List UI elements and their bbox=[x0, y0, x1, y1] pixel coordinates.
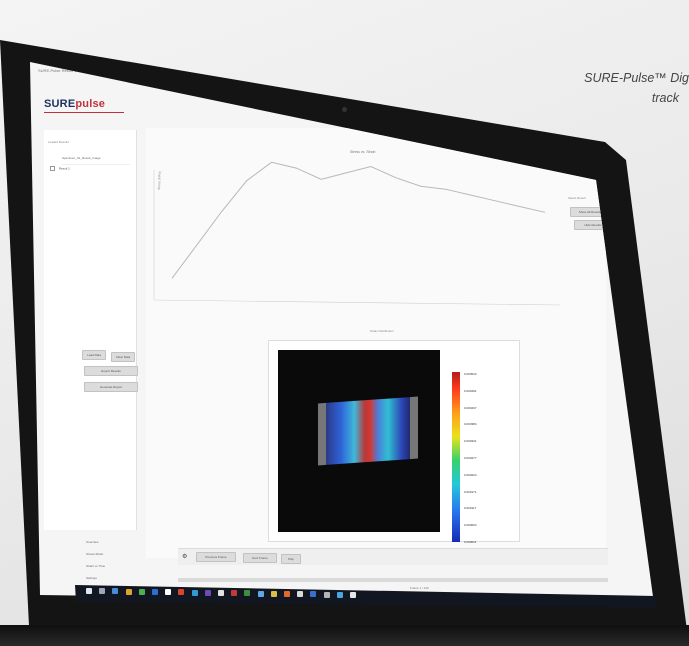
caption-line-2: track bbox=[651, 91, 679, 105]
taskbar-app-icon[interactable] bbox=[323, 591, 330, 598]
colorbar-tick-label: 0.000491 bbox=[464, 388, 477, 393]
colorbar-tick-label: 0.000224 bbox=[464, 472, 477, 477]
taskbar-app-icon[interactable] bbox=[257, 590, 264, 597]
taskbar-app-icon[interactable] bbox=[218, 590, 224, 596]
colorbar-tick-label: 0.000437 bbox=[464, 405, 477, 410]
taskbar-app-icon[interactable] bbox=[204, 589, 211, 596]
taskbar-app-icon[interactable] bbox=[270, 590, 277, 597]
select-result-label: Select Result bbox=[568, 196, 586, 200]
colorbar-tick-label: 0.000384 bbox=[464, 422, 477, 427]
checkbox-icon[interactable] bbox=[50, 166, 55, 171]
chart-title: Stress vs. Strain bbox=[350, 150, 376, 154]
taskbar-app-icon[interactable] bbox=[138, 588, 145, 595]
app-logo: SUREpulse bbox=[44, 98, 105, 110]
colorbar-tick-label: 0.000011 bbox=[464, 540, 477, 544]
load-data-button[interactable]: Load Data bbox=[82, 350, 106, 360]
export-results-button[interactable]: Export Results bbox=[84, 366, 138, 376]
generate-report-button[interactable]: Generate Report bbox=[84, 382, 138, 392]
sidebar-link-strain-time[interactable]: Strain vs Time bbox=[86, 564, 105, 568]
taskbar-app-icon[interactable] bbox=[178, 589, 185, 596]
sidebar bbox=[44, 130, 137, 530]
sidebar-link-stress-strain[interactable]: Stress-Strain bbox=[86, 552, 103, 556]
logo-underline bbox=[44, 112, 124, 113]
sidebar-item-result-label: Result 1 bbox=[58, 166, 70, 171]
colorbar bbox=[452, 372, 460, 542]
colorbar-tick-label: 0.000277 bbox=[464, 456, 477, 460]
monitor-base bbox=[0, 625, 689, 646]
sidebar-label: Loaded Results bbox=[48, 140, 69, 144]
taskbar-app-icon[interactable] bbox=[297, 591, 304, 598]
colorbar-tick-label: 0.000544 bbox=[464, 372, 477, 376]
taskbar-app-icon[interactable] bbox=[86, 588, 92, 594]
taskbar-app-icon[interactable] bbox=[350, 592, 356, 598]
logo-part-pulse: pulse bbox=[75, 98, 106, 110]
caption-line-1: SURE-Pulse™ Dig bbox=[584, 71, 689, 85]
taskbar-app-icon[interactable] bbox=[191, 589, 198, 596]
specimen-strain-overlay bbox=[318, 396, 418, 466]
colorbar-tick-label: 0.000331 bbox=[464, 439, 477, 444]
taskbar-app-icon[interactable] bbox=[336, 591, 343, 598]
previous-frame-button[interactable]: Previous Frame bbox=[196, 552, 236, 562]
taskbar-app-icon[interactable] bbox=[244, 590, 251, 597]
taskbar-app-icon[interactable] bbox=[310, 591, 317, 598]
colorbar-tick-label: 0.000064 bbox=[464, 523, 477, 528]
strain-view-label: Strain Distribution bbox=[370, 329, 394, 333]
taskbar-app-icon[interactable] bbox=[125, 588, 132, 595]
taskbar-app-icon[interactable] bbox=[99, 588, 106, 595]
sidebar-link-settings[interactable]: Settings bbox=[86, 576, 97, 580]
logo-part-sure: SURE bbox=[44, 98, 76, 110]
taskbar-app-icon[interactable] bbox=[152, 589, 158, 595]
taskbar-app-icon[interactable] bbox=[231, 590, 238, 597]
toolbar-settings-icon[interactable]: ⚙ bbox=[182, 553, 187, 560]
colorbar-tick-label: 0.000171 bbox=[464, 489, 477, 494]
clear-data-button[interactable]: Clear Data bbox=[111, 352, 135, 362]
sidebar-item-result[interactable]: Result 1 bbox=[50, 166, 110, 174]
sidebar-link-overview[interactable]: Overview bbox=[86, 540, 99, 544]
frame-progress-label: Frame 1 / 120 bbox=[410, 586, 429, 590]
taskbar-app-icon[interactable] bbox=[112, 588, 119, 595]
sidebar-item-file[interactable]: Specimen_01_Result_Image bbox=[62, 156, 130, 165]
frame-progress-track[interactable] bbox=[178, 578, 608, 582]
webcam bbox=[342, 107, 347, 112]
taskbar-app-icon[interactable] bbox=[284, 591, 290, 597]
colorbar-tick-label: 0.000117 bbox=[464, 506, 477, 511]
next-frame-button[interactable]: Next Frame bbox=[243, 553, 277, 563]
play-button[interactable]: Play bbox=[281, 554, 301, 564]
marketing-caption: SURE-Pulse™ Dig track bbox=[519, 68, 689, 108]
taskbar-app-icon[interactable] bbox=[165, 589, 172, 596]
